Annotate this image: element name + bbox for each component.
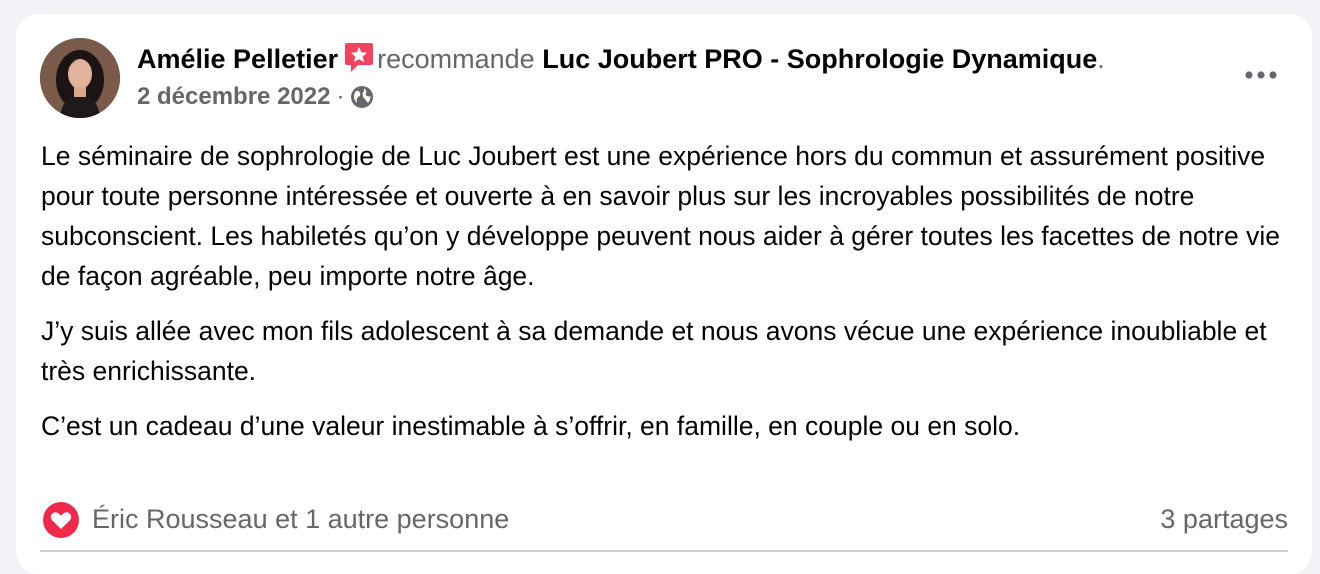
post-meta: 2 décembre 2022 · — [137, 82, 374, 117]
shares-count-link[interactable]: 3 partages — [1160, 502, 1288, 536]
post-paragraph: C’est un cadeau d’une valeur inestimable… — [41, 411, 1021, 441]
author-name[interactable]: Amélie Pelletier — [137, 44, 338, 74]
footer-divider — [40, 550, 1288, 552]
love-reaction-icon[interactable] — [42, 501, 80, 544]
globe-icon[interactable] — [350, 85, 374, 117]
post-paragraph: J’y suis allée avec mon fils adolescent … — [41, 316, 1267, 386]
recommend-label: recommande — [377, 44, 535, 74]
page-name-link[interactable]: Luc Joubert PRO - Sophrologie Dynamique — [542, 44, 1097, 74]
post-paragraph: Le séminaire de sophrologie de Luc Joube… — [41, 141, 1280, 291]
more-options-button[interactable] — [1238, 58, 1284, 92]
post-footer: Éric Rousseau et 1 autre personne 3 part… — [42, 498, 1288, 542]
meta-separator: · — [336, 83, 345, 110]
recommend-star-icon — [344, 42, 374, 82]
reactions-summary-link[interactable]: Éric Rousseau et 1 autre personne — [92, 502, 509, 536]
more-options-icon — [1244, 66, 1278, 84]
post-header: Amélie Pelletier recommande Luc Joubert P… — [137, 42, 1105, 82]
trailing-dot: . — [1097, 44, 1105, 74]
author-avatar[interactable] — [40, 38, 120, 118]
post-body: Le séminaire de sophrologie de Luc Joube… — [41, 136, 1291, 461]
post-card: Amélie Pelletier recommande Luc Joubert P… — [16, 14, 1312, 574]
post-date-link[interactable]: 2 décembre 2022 — [137, 83, 330, 110]
